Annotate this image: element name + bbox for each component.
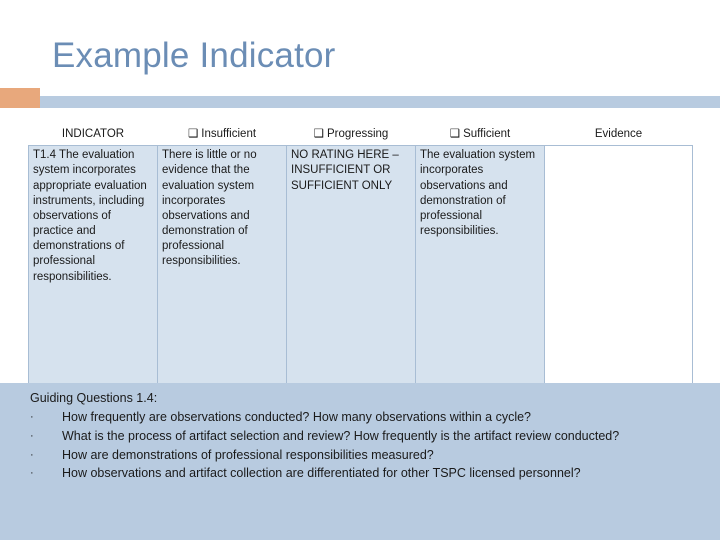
cell-insufficient-text: There is little or no evidence that the … [162,149,257,268]
list-item-text: What is the process of artifact selectio… [62,428,620,443]
list-item: · What is the process of artifact select… [30,428,690,446]
bullet-icon: · [30,448,34,461]
checkbox-icon: ❑ [187,128,199,140]
slide: Example Indicator INDICATOR ❑ Insufficien… [0,0,720,540]
bullet-icon: · [30,429,34,442]
column-header-sufficient-label: Sufficient [463,128,511,140]
bullet-icon: · [30,467,34,480]
column-header-indicator-label: INDICATOR [61,128,125,140]
cell-insufficient: There is little or no evidence that the … [157,145,287,396]
cell-evidence [544,145,693,396]
cell-sufficient: The evaluation system incorporates obser… [415,145,545,396]
list-item: · How frequently are observations conduc… [30,409,690,427]
guiding-questions-section: Guiding Questions 1.4: · How frequently … [0,383,720,540]
column-header-progressing-label: Progressing [326,128,389,140]
rubric-table: INDICATOR ❑ Insufficient ❑ Progressing ❑ Su… [28,125,693,396]
column-header-evidence-label: Evidence [594,128,643,140]
guiding-questions-list: · How frequently are observations conduc… [30,409,690,484]
column-header-insufficient-label: Insufficient [201,128,257,140]
checkbox-icon: ❑ [449,128,461,140]
list-item: · How observations and artifact collecti… [30,465,690,483]
list-item-text: How observations and artifact collection… [62,466,581,481]
list-item-text: How are demonstrations of professional r… [62,447,434,462]
checkbox-icon: ❑ [313,128,324,140]
accent-square [0,88,40,108]
cell-sufficient-text: The evaluation system incorporates obser… [420,149,536,238]
column-header-sufficient: ❑ Sufficient [415,125,545,146]
cell-progressing-text: NO RATING HERE – INSUFFICIENT OR SUFFICI… [291,149,399,192]
guiding-questions-title: Guiding Questions 1.4: [30,391,158,405]
cell-indicator: T1.4 The evaluation system incorporates … [28,145,158,396]
page-title: Example Indicator [52,36,336,75]
accent-bar [0,96,720,108]
cell-progressing: NO RATING HERE – INSUFFICIENT OR SUFFICI… [286,145,416,396]
cell-indicator-text: T1.4 The evaluation system incorporates … [33,149,147,283]
column-header-evidence: Evidence [544,125,693,146]
list-item: · How are demonstrations of professional… [30,447,690,465]
column-header-progressing: ❑ Progressing [286,125,416,146]
rubric-table-wrapper: INDICATOR ❑ Insufficient ❑ Progressing ❑ Su… [28,125,693,396]
column-header-insufficient: ❑ Insufficient [157,125,287,146]
table-row: T1.4 The evaluation system incorporates … [28,145,693,396]
bullet-icon: · [30,411,34,423]
column-header-indicator: INDICATOR [28,125,158,146]
table-header-row: INDICATOR ❑ Insufficient ❑ Progressing ❑ Su… [28,125,693,146]
list-item-text: How frequently are observations conducte… [62,410,531,424]
